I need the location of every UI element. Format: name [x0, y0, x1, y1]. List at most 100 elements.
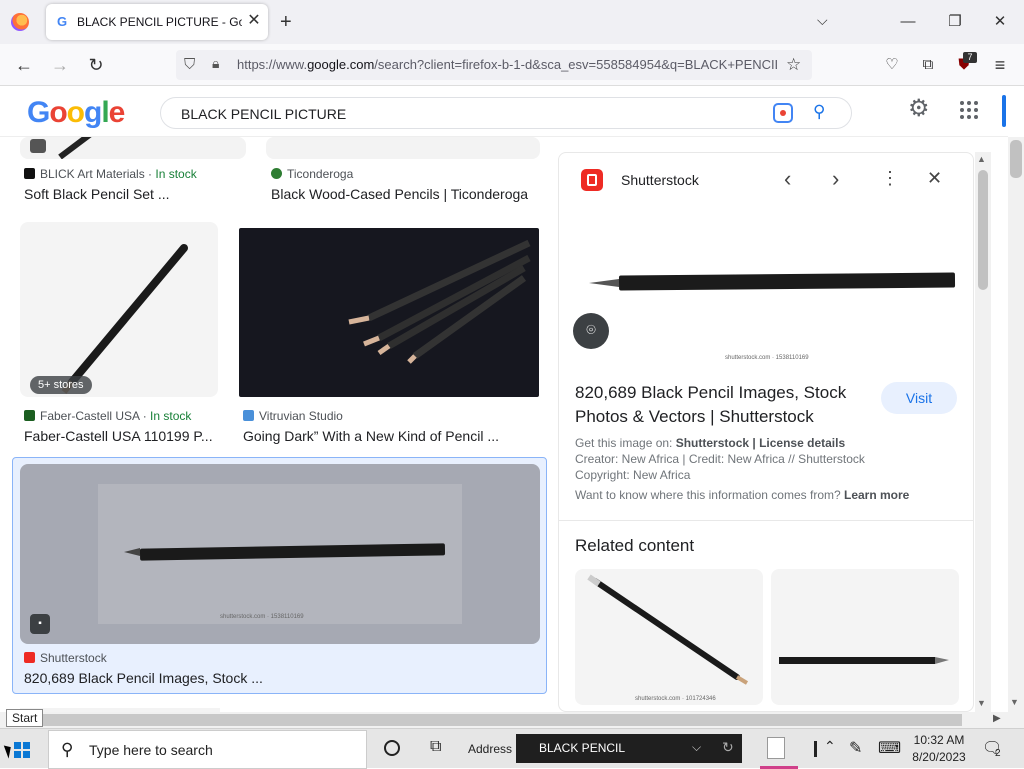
search-box[interactable]: BLACK PENCIL PICTURE ⚲	[160, 97, 852, 129]
panel-scroll-down-icon[interactable]: ▼	[977, 698, 986, 708]
extensions-puzzle-icon[interactable]: ⧉	[916, 53, 940, 77]
pen-workspace-icon[interactable]: ✎	[849, 738, 862, 758]
related-content-heading: Related content	[575, 536, 695, 555]
result-source[interactable]: Faber-Castell USA · In stock	[24, 409, 191, 423]
preview-watermark: shutterstock.com · 1538110169	[725, 355, 809, 361]
result-image-blick[interactable]	[20, 137, 246, 159]
task-view-icon[interactable]: ⧉	[430, 738, 441, 756]
image-watermark: shutterstock.com · 1538110169	[220, 614, 304, 620]
result-image-vitruvian[interactable]	[239, 228, 539, 397]
pen-indicator-icon	[814, 741, 817, 757]
menu-hamburger-icon[interactable]: ≡	[988, 53, 1012, 77]
tracking-shield-icon[interactable]: ⛉	[184, 56, 195, 73]
related-image-1[interactable]: shutterstock.com · 101724346	[575, 569, 763, 705]
panel-scroll-thumb[interactable]	[978, 170, 988, 290]
next-chevron-icon[interactable]: ›	[832, 167, 839, 191]
restore-icon[interactable]: ❐	[945, 12, 965, 32]
bookmark-star-icon[interactable]: ☆	[786, 55, 801, 75]
address-dropdown-chevron-icon[interactable]: ⌵	[692, 740, 701, 755]
taskbar-clock[interactable]: 10:32 AM 8/20/2023	[906, 732, 972, 766]
tab-title: BLACK PENCIL PICTURE - Goog	[77, 15, 242, 29]
panel-site-name[interactable]: Shutterstock	[621, 172, 699, 188]
notepad-file-icon[interactable]	[767, 737, 785, 759]
address-toolbar-input[interactable]: BLACK PENCIL ⌵ ↻	[516, 734, 742, 763]
previous-chevron-icon[interactable]: ‹	[784, 167, 791, 191]
taskbar-search-box[interactable]: ⚲ Type here to search	[48, 730, 367, 769]
lens-camera-icon[interactable]	[773, 103, 793, 123]
minimize-icon[interactable]: —	[898, 12, 918, 32]
windows-taskbar: ⚲ Type here to search ⧉ Address BLACK PE…	[0, 728, 1024, 769]
result-title[interactable]: Black Wood-Cased Pencils | Ticonderoga	[271, 186, 541, 202]
related-image-2[interactable]	[771, 569, 959, 705]
google-header: Google BLACK PENCIL PICTURE ⚲ ⚙	[0, 87, 1008, 137]
extension-badge: 7	[963, 52, 977, 63]
new-tab-button[interactable]: +	[280, 12, 292, 32]
taskbar-search-placeholder[interactable]: Type here to search	[89, 742, 213, 758]
browser-tab[interactable]: G BLACK PENCIL PICTURE - Goog ✕	[46, 4, 268, 40]
close-panel-icon[interactable]: ✕	[927, 166, 942, 190]
preview-title[interactable]: 820,689 Black Pencil Images, Stock Photo…	[575, 381, 846, 429]
search-icon[interactable]: ⚲	[813, 102, 825, 122]
creator-line: Creator: New Africa | Credit: New Africa…	[575, 452, 865, 466]
back-arrow-icon[interactable]: ←	[12, 53, 36, 77]
preview-image[interactable]: shutterstock.com · 1538110169	[567, 213, 967, 363]
pocket-icon[interactable]: ♡	[880, 53, 904, 77]
lens-search-image-icon[interactable]: ⌾	[573, 313, 609, 349]
result-image-shutterstock[interactable]: shutterstock.com · 1538110169 ▪	[20, 464, 540, 644]
cortana-icon[interactable]	[384, 740, 400, 756]
selected-result-card[interactable]: shutterstock.com · 1538110169 ▪ Shutters…	[12, 457, 547, 694]
preview-title-line2[interactable]: Photos & Vectors | Shutterstock	[575, 405, 846, 429]
result-title[interactable]: Going Dark” With a New Kind of Pencil ..…	[243, 428, 539, 444]
google-favicon-icon: G	[57, 14, 68, 29]
blick-favicon-icon	[24, 168, 35, 179]
result-image-ticonderoga[interactable]	[266, 137, 540, 159]
search-query[interactable]: BLACK PENCIL PICTURE	[181, 106, 346, 122]
address-value[interactable]: BLACK PENCIL	[539, 741, 625, 755]
google-logo[interactable]: Google	[27, 98, 125, 128]
navigation-toolbar: ← → ↻ ⛉ 🔒︎ https://www.google.com/search…	[0, 44, 1024, 86]
result-source[interactable]: Shutterstock	[24, 651, 107, 665]
page-scroll-thumb[interactable]	[1010, 140, 1022, 178]
result-source[interactable]: Ticonderoga	[271, 167, 353, 181]
list-all-tabs-chevron-icon[interactable]: ⌵	[817, 12, 828, 29]
result-title[interactable]: 820,689 Black Pencil Images, Stock ...	[24, 670, 524, 686]
clock-time: 10:32 AM	[913, 733, 965, 747]
windows-start-icon[interactable]	[14, 742, 30, 758]
show-hidden-icons-chevron-icon[interactable]: ⌃	[824, 738, 836, 755]
notification-count: 2	[995, 748, 1001, 759]
tab-close-icon[interactable]: ✕	[245, 12, 263, 30]
page-scroll-down-icon[interactable]: ▼	[1010, 697, 1019, 707]
account-edge-bar	[1002, 95, 1006, 127]
settings-gear-icon[interactable]: ⚙	[908, 97, 930, 121]
lock-icon[interactable]: 🔒︎	[212, 55, 219, 72]
result-title[interactable]: Soft Black Pencil Set ...	[24, 186, 244, 202]
learn-more-link[interactable]: Learn more	[844, 488, 909, 502]
faber-castell-favicon-icon	[24, 410, 35, 421]
url-text[interactable]: https://www.google.com/search?client=fir…	[237, 57, 777, 72]
page-scrollbar[interactable]	[1008, 137, 1024, 712]
visit-button[interactable]: Visit	[881, 382, 957, 414]
copyright-line: Copyright: New Africa	[575, 468, 691, 482]
search-icon: ⚲	[61, 740, 74, 759]
url-bar[interactable]: ⛉ 🔒︎ https://www.google.com/search?clien…	[176, 50, 812, 80]
result-title[interactable]: Faber-Castell USA 110199 P...	[24, 428, 216, 444]
scroll-right-icon[interactable]: ▶	[993, 713, 1001, 724]
panel-scroll-up-icon[interactable]: ▲	[977, 154, 986, 164]
more-options-icon[interactable]: ⋮	[881, 166, 899, 190]
forward-arrow-icon[interactable]: →	[48, 53, 72, 77]
result-image-faber-castell[interactable]: 5+ stores	[20, 222, 218, 397]
tab-strip: G BLACK PENCIL PICTURE - Goog ✕ + ⌵ — ❐ …	[0, 0, 1024, 44]
preview-title-line1[interactable]: 820,689 Black Pencil Images, Stock	[575, 381, 846, 405]
firefox-logo-icon[interactable]	[11, 13, 29, 31]
horizontal-scroll-thumb[interactable]	[10, 714, 962, 726]
license-details-link[interactable]: Shutterstock | License details	[676, 436, 845, 450]
result-source[interactable]: BLICK Art Materials · In stock	[24, 167, 197, 181]
reload-icon[interactable]: ↻	[84, 53, 108, 77]
touch-keyboard-icon[interactable]: ⌨	[878, 738, 901, 758]
shutterstock-favicon-icon	[24, 652, 35, 663]
info-source-line: Want to know where this information come…	[575, 488, 910, 502]
address-go-icon[interactable]: ↻	[722, 739, 734, 756]
google-apps-icon[interactable]	[960, 101, 978, 119]
result-source[interactable]: Vitruvian Studio	[243, 409, 343, 423]
window-close-icon[interactable]: ✕	[990, 12, 1010, 32]
